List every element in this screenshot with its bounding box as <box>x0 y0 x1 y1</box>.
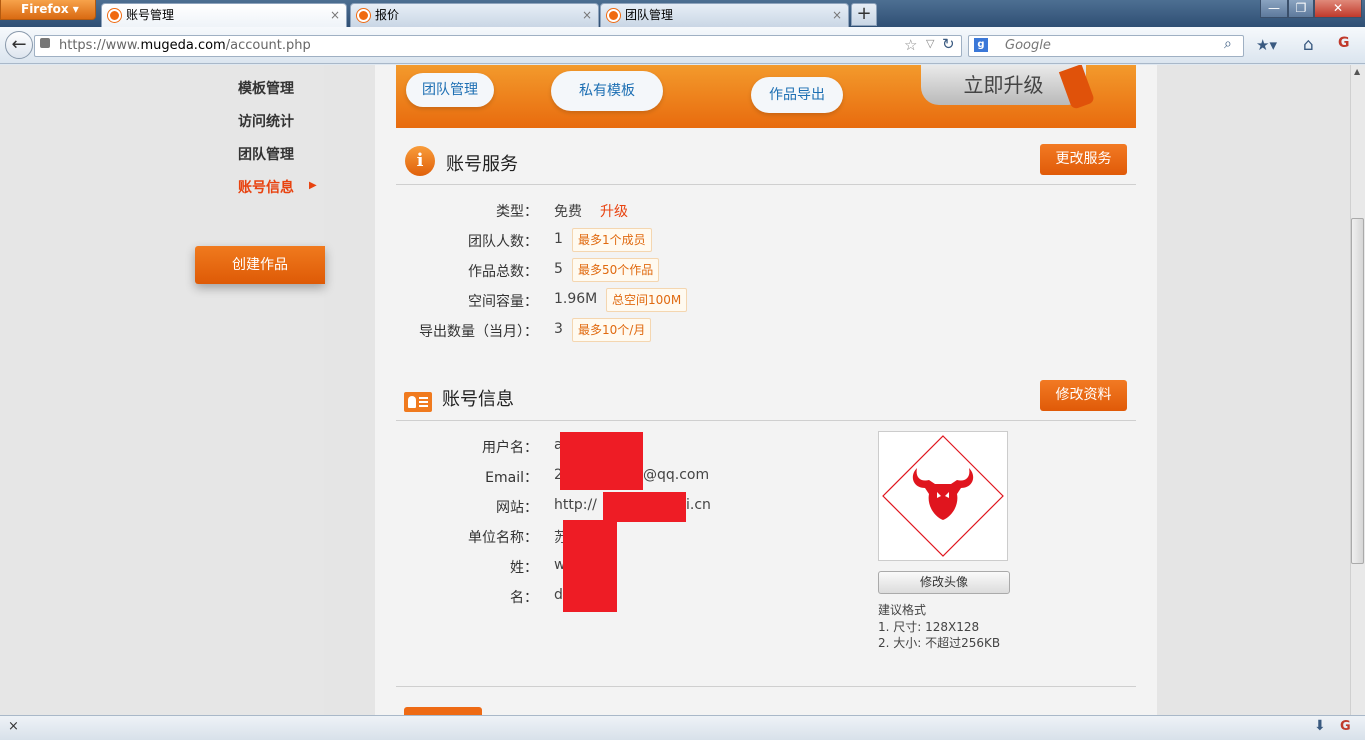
tab-label: 报价 <box>375 8 400 22</box>
works-limit-badge: 最多50个作品 <box>572 258 660 282</box>
works-count-label: 作品总数： <box>468 264 538 280</box>
id-card-icon <box>404 392 432 412</box>
redaction-block <box>560 432 643 490</box>
website-suffix: i.cn <box>686 497 711 513</box>
minimize-button[interactable]: — <box>1260 0 1288 18</box>
dropdown-arrow-icon[interactable]: ▽ <box>926 37 934 50</box>
storage-label: 空间容量： <box>468 294 538 310</box>
tab-label: 账号管理 <box>126 8 175 22</box>
url-path: /account.php <box>225 38 311 53</box>
username-label: 用户名： <box>482 440 538 456</box>
cloud-export: 作品导出 <box>751 77 843 113</box>
maximize-button[interactable]: ❐ <box>1288 0 1314 18</box>
new-tab-button[interactable]: + <box>851 3 877 26</box>
tab-label: 团队管理 <box>625 8 674 22</box>
format-hint-size: 1. 尺寸: 128X128 <box>878 620 980 634</box>
team-size-value: 1 <box>554 231 563 247</box>
organization-label: 单位名称： <box>468 530 538 546</box>
storage-value: 1.96M <box>554 291 598 307</box>
format-hint-title: 建议格式 <box>878 603 927 617</box>
info-icon: i <box>405 146 435 176</box>
bull-logo-icon <box>882 435 1004 557</box>
team-size-limit-badge: 最多1个成员 <box>572 228 652 252</box>
tab-team[interactable]: 团队管理 × <box>600 3 849 27</box>
cloud-team: 团队管理 <box>406 73 494 107</box>
lock-icon <box>40 38 50 48</box>
bookmark-star-icon[interactable]: ☆ <box>904 36 917 54</box>
export-count-label: 导出数量（当月）： <box>419 324 538 340</box>
scroll-up-arrow-icon[interactable]: ▲ <box>1354 67 1360 76</box>
export-count-value: 3 <box>554 321 563 337</box>
format-hint-filesize: 2. 大小: 不超过256KB <box>878 636 1001 650</box>
tab-close-icon[interactable]: × <box>330 4 340 26</box>
change-service-button[interactable]: 更改服务 <box>1040 144 1127 175</box>
create-work-button[interactable]: 创建作品 <box>195 246 325 284</box>
export-limit-badge: 最多10个/月 <box>572 318 652 342</box>
mugeda-favicon-icon <box>357 9 370 22</box>
greasemonkey-icon[interactable]: G <box>1340 719 1351 734</box>
tab-pricing[interactable]: 报价 × <box>350 3 599 27</box>
type-label: 类型： <box>496 204 538 220</box>
active-arrow-icon: ▶ <box>309 180 317 191</box>
url-bar[interactable]: https://www.mugeda.com/account.php <box>34 35 962 57</box>
cloud-private-templates: 私有模板 <box>551 71 663 111</box>
sidebar-item-statistics[interactable]: 访问统计 <box>238 111 294 131</box>
status-bar: × ⬇ G <box>0 715 1365 740</box>
email-label: Email： <box>485 470 538 486</box>
left-sidebar: 模板管理 访问统计 团队管理 账号信息 ▶ 创建作品 <box>0 65 325 715</box>
change-avatar-button[interactable]: 修改头像 <box>878 571 1010 594</box>
storage-limit-badge: 总空间100M <box>606 288 688 312</box>
divider <box>396 686 1136 687</box>
sidebar-item-team[interactable]: 团队管理 <box>238 144 294 164</box>
type-value: 免费 <box>554 204 582 220</box>
greasemonkey-icon[interactable]: G <box>1338 35 1350 51</box>
avatar <box>878 431 1008 561</box>
close-window-button[interactable]: ✕ <box>1314 0 1362 18</box>
team-size-label: 团队人数： <box>468 234 538 250</box>
works-count-value: 5 <box>554 261 563 277</box>
divider <box>396 420 1136 421</box>
first-name-label: 名： <box>510 590 538 606</box>
sidebar-item-account[interactable]: 账号信息 <box>238 177 294 197</box>
first-name-value: d <box>554 587 563 603</box>
search-magnifier-icon[interactable]: ⌕ <box>1224 36 1232 52</box>
scrollbar-thumb[interactable] <box>1351 218 1364 564</box>
home-icon[interactable]: ⌂ <box>1303 35 1314 55</box>
bookmarks-menu-icon[interactable]: ★▾ <box>1256 36 1277 54</box>
edit-profile-button[interactable]: 修改资料 <box>1040 380 1127 411</box>
account-section-title: 账号信息 <box>442 389 514 410</box>
mugeda-favicon-icon <box>607 9 620 22</box>
page-viewport: 模板管理 访问统计 团队管理 账号信息 ▶ 创建作品 团队管理 私有模板 作品导… <box>0 65 1350 715</box>
website-label: 网站： <box>496 500 538 516</box>
mugeda-favicon-icon <box>108 9 121 22</box>
divider <box>396 184 1136 185</box>
sidebar-item-templates[interactable]: 模板管理 <box>238 78 294 98</box>
upgrade-link[interactable]: 升级 <box>600 201 628 221</box>
search-input[interactable]: Google <box>968 35 1244 57</box>
email-domain: @qq.com <box>643 467 710 483</box>
firefox-menu-button[interactable]: Firefox ▾ <box>0 0 96 20</box>
redaction-block <box>563 520 617 612</box>
firefox-menu-label: Firefox <box>21 2 69 16</box>
url-domain: mugeda.com <box>140 38 226 53</box>
partial-button[interactable] <box>404 707 482 715</box>
service-section-title: 账号服务 <box>446 154 518 175</box>
tab-close-icon[interactable]: × <box>582 4 592 26</box>
back-arrow-icon[interactable]: ← <box>5 31 33 59</box>
tab-account[interactable]: 账号管理 × <box>101 3 347 28</box>
redaction-block <box>603 492 686 522</box>
url-prefix: https://www. <box>59 38 141 53</box>
reload-icon[interactable]: ↻ <box>942 35 955 53</box>
close-addon-bar-icon[interactable]: × <box>8 719 19 734</box>
google-engine-icon[interactable]: g <box>974 38 988 52</box>
downloads-icon[interactable]: ⬇ <box>1314 718 1326 734</box>
last-name-label: 姓： <box>510 560 538 576</box>
tab-close-icon[interactable]: × <box>832 4 842 26</box>
website-value: http:// <box>554 497 597 513</box>
